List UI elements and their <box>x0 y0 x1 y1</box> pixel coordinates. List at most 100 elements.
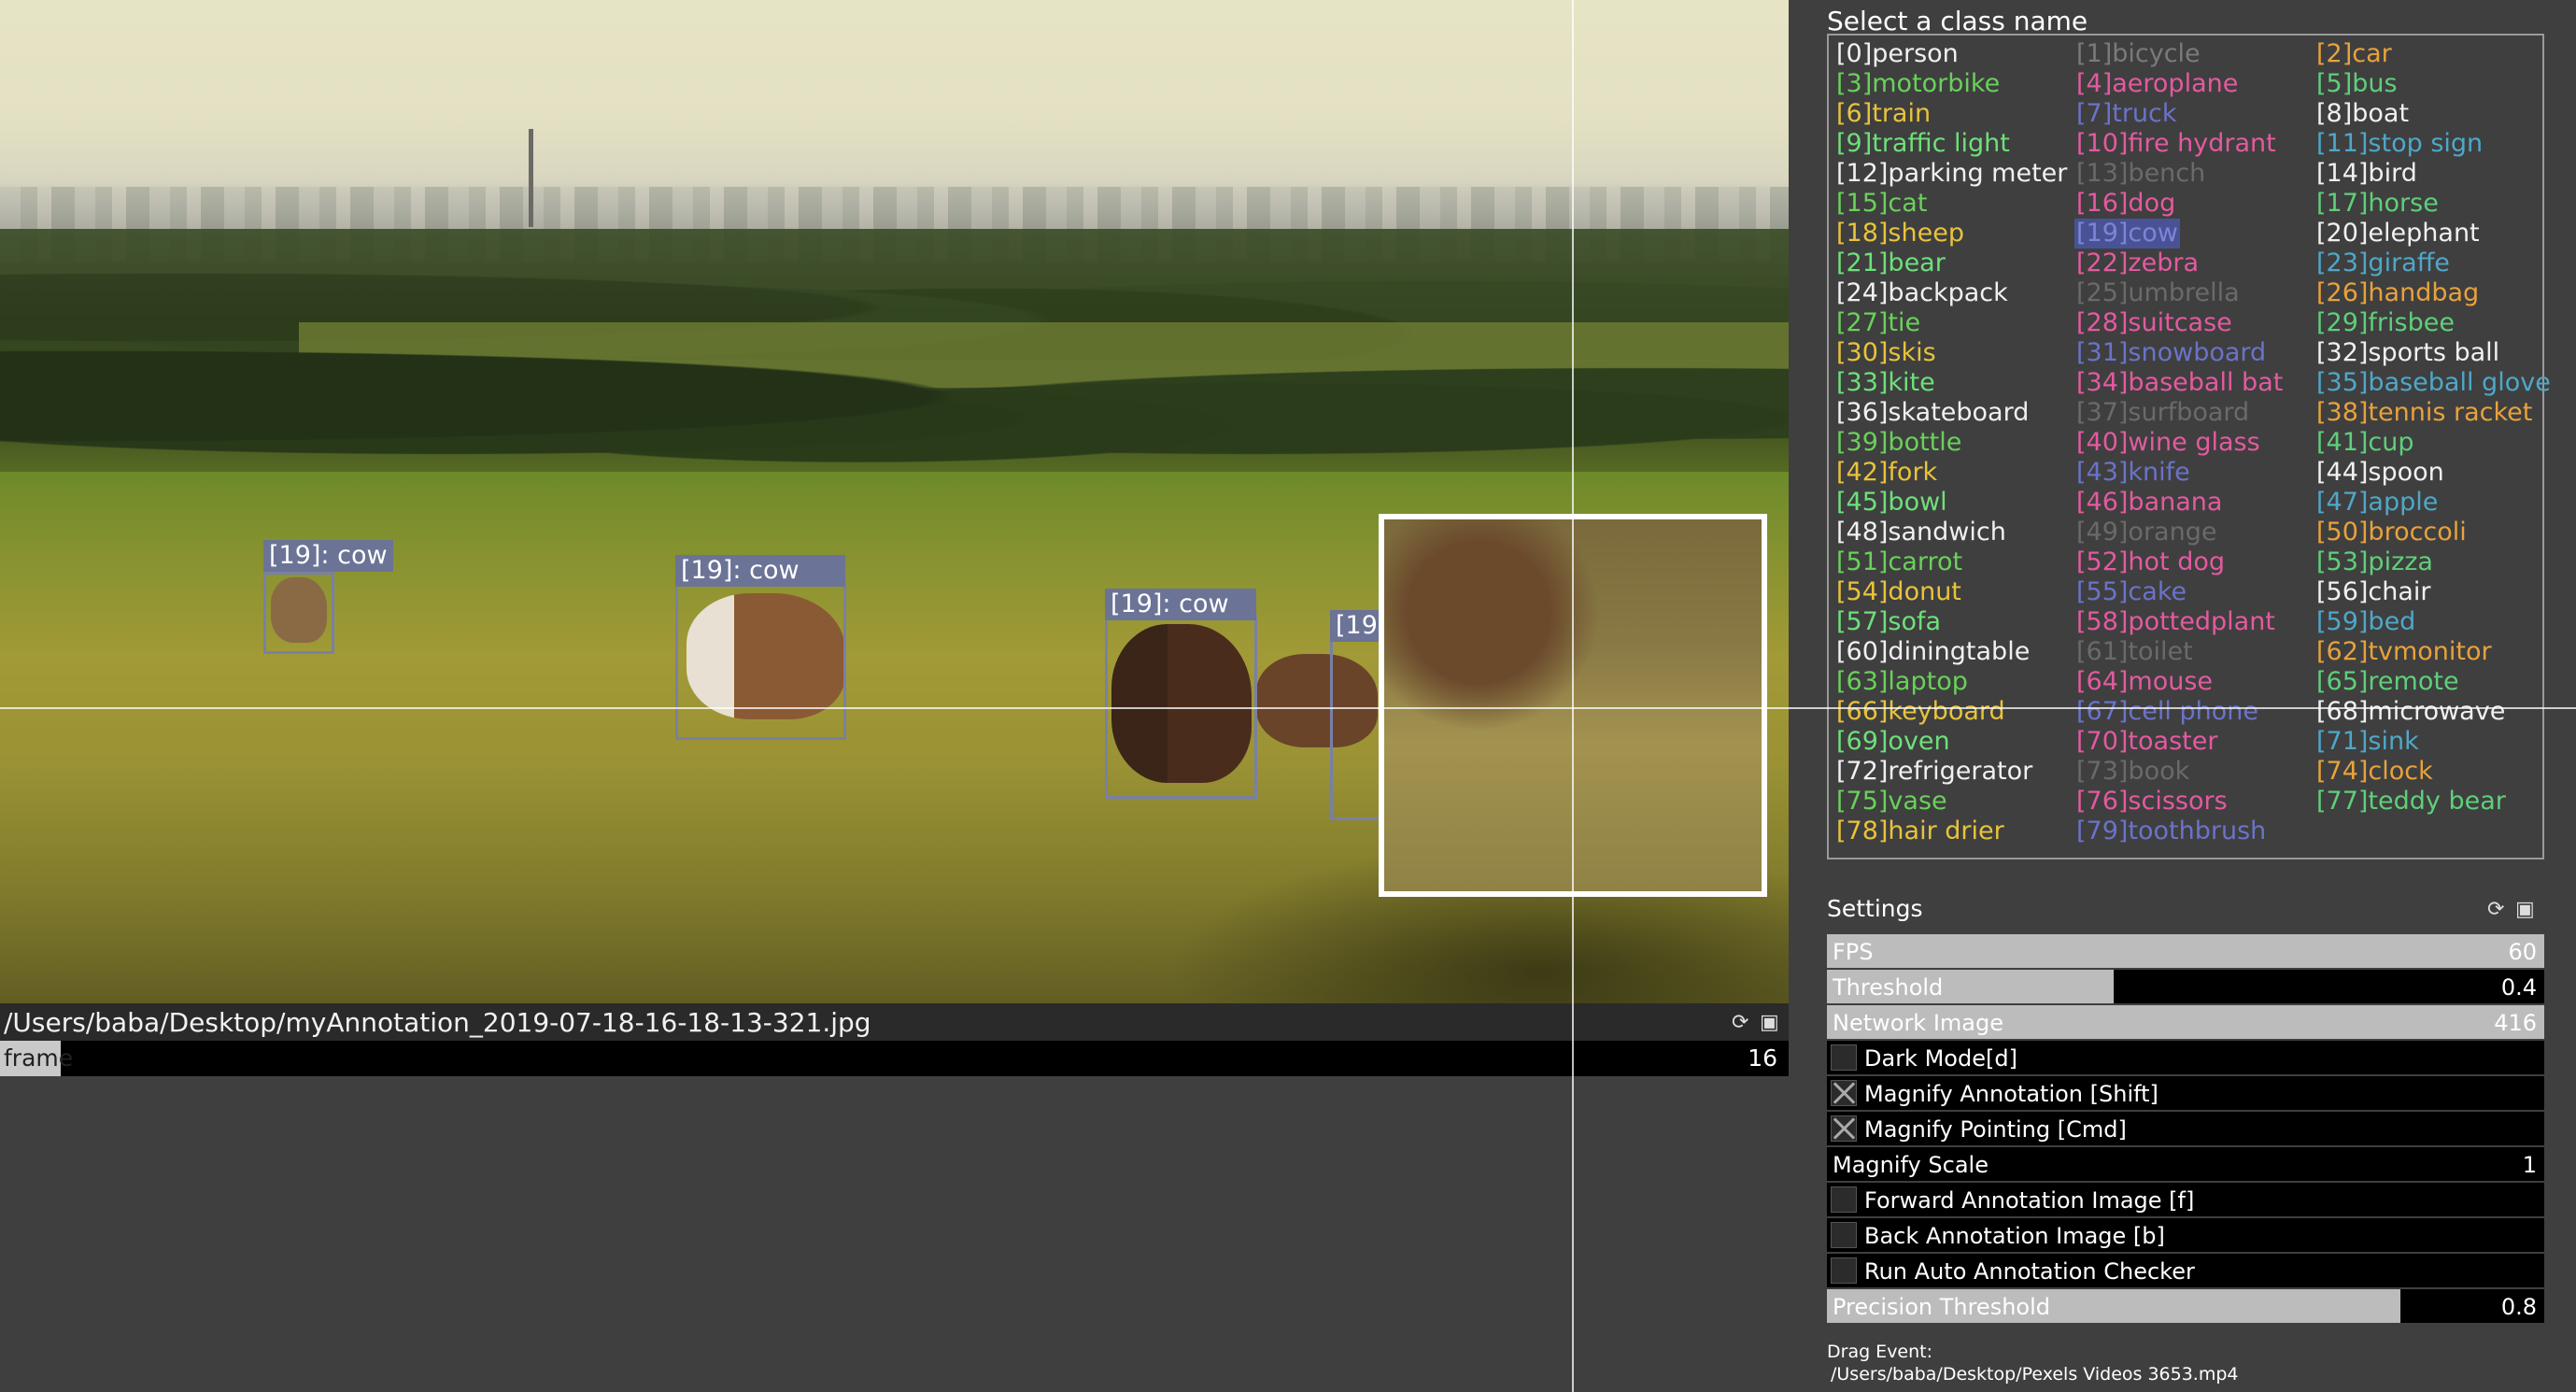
image-canvas[interactable]: [19]: cow [19]: cow [19]: cow [19 <box>0 0 1789 1003</box>
class-item[interactable]: [76]scissors <box>2074 787 2229 817</box>
class-item[interactable]: [51]carrot <box>1834 547 1964 577</box>
class-item[interactable]: [18]sheep <box>1834 219 1966 249</box>
class-item[interactable]: [48]sandwich <box>1834 518 2008 547</box>
back-annotation-toggle[interactable]: Back Annotation Image [b] <box>1827 1218 2544 1252</box>
class-item[interactable]: [57]sofa <box>1834 607 1943 637</box>
class-item[interactable]: [15]cat <box>1834 189 1929 219</box>
class-item[interactable]: [32]sports ball <box>2314 338 2501 368</box>
class-item[interactable]: [68]microwave <box>2314 697 2507 727</box>
class-item[interactable]: [56]chair <box>2314 577 2433 607</box>
class-item[interactable]: [71]sink <box>2314 727 2421 757</box>
class-item[interactable]: [40]wine glass <box>2074 428 2262 458</box>
class-item[interactable]: [61]toilet <box>2074 637 2195 667</box>
class-item[interactable]: [47]apple <box>2314 488 2440 518</box>
class-item[interactable]: [12]parking meter <box>1834 159 2069 189</box>
dark-mode-toggle[interactable]: Dark Mode[d] <box>1827 1041 2544 1074</box>
magnify-annotation-checkbox[interactable] <box>1831 1080 1857 1106</box>
class-item[interactable]: [36]skateboard <box>1834 398 2031 428</box>
class-item[interactable]: [55]cake <box>2074 577 2188 607</box>
dark-mode-checkbox[interactable] <box>1831 1044 1857 1071</box>
class-item[interactable]: [29]frisbee <box>2314 308 2456 338</box>
class-item[interactable]: [1]bicycle <box>2074 39 2202 69</box>
bbox-cow-2[interactable] <box>675 579 846 740</box>
class-item[interactable]: [77]teddy bear <box>2314 787 2508 817</box>
class-item[interactable]: [45]bowl <box>1834 488 1949 518</box>
magnify-annotation-toggle[interactable]: Magnify Annotation [Shift] <box>1827 1076 2544 1110</box>
bbox-cow-1[interactable] <box>263 572 334 654</box>
class-item[interactable]: [70]toaster <box>2074 727 2219 757</box>
magnify-pointing-toggle[interactable]: Magnify Pointing [Cmd] <box>1827 1112 2544 1145</box>
class-item[interactable]: [75]vase <box>1834 787 1949 817</box>
class-item[interactable]: [42]fork <box>1834 458 1939 488</box>
class-item[interactable]: [67]cell phone <box>2074 697 2260 727</box>
class-item[interactable]: [22]zebra <box>2074 249 2201 278</box>
class-item[interactable]: [63]laptop <box>1834 667 1970 697</box>
class-item[interactable]: [6]train <box>1834 99 1932 129</box>
class-item[interactable]: [60]diningtable <box>1834 637 2031 667</box>
class-item[interactable]: [39]bottle <box>1834 428 1963 458</box>
forward-annotation-toggle[interactable]: Forward Annotation Image [f] <box>1827 1183 2544 1216</box>
class-item[interactable]: [5]bus <box>2314 69 2399 99</box>
class-item[interactable]: [2]car <box>2314 39 2394 69</box>
magnify-pointing-checkbox[interactable] <box>1831 1115 1857 1142</box>
class-item[interactable]: [14]bird <box>2314 159 2419 189</box>
fps-slider[interactable]: FPS 60 <box>1827 934 2544 968</box>
class-item[interactable]: [50]broccoli <box>2314 518 2469 547</box>
class-item[interactable]: [0]person <box>1834 39 1960 69</box>
class-item[interactable]: [33]kite <box>1834 368 1937 398</box>
class-item[interactable]: [59]bed <box>2314 607 2417 637</box>
back-annotation-checkbox[interactable] <box>1831 1222 1857 1248</box>
frame-slider[interactable]: frame 16 <box>0 1041 1789 1076</box>
save-icon[interactable]: ▣ <box>2515 898 2535 921</box>
class-item[interactable]: [9]traffic light <box>1834 129 2012 159</box>
class-item[interactable]: [43]knife <box>2074 458 2192 488</box>
class-item[interactable]: [66]keyboard <box>1834 697 2007 727</box>
class-item[interactable]: [35]baseball glove <box>2314 368 2553 398</box>
class-item[interactable]: [65]remote <box>2314 667 2461 697</box>
network-image-slider[interactable]: Network Image 416 <box>1827 1005 2544 1039</box>
forward-annotation-checkbox[interactable] <box>1831 1186 1857 1213</box>
class-item[interactable]: [7]truck <box>2074 99 2179 129</box>
class-item[interactable]: [49]orange <box>2074 518 2218 547</box>
class-item[interactable]: [31]snowboard <box>2074 338 2268 368</box>
class-item[interactable]: [52]hot dog <box>2074 547 2227 577</box>
class-item[interactable]: [54]donut <box>1834 577 1963 607</box>
class-item[interactable]: [58]pottedplant <box>2074 607 2277 637</box>
class-item[interactable]: [11]stop sign <box>2314 129 2484 159</box>
class-item[interactable]: [37]surfboard <box>2074 398 2251 428</box>
class-item[interactable]: [26]handbag <box>2314 278 2481 308</box>
refresh-icon[interactable]: ⟳ <box>1732 1011 1748 1034</box>
bbox-cow-4[interactable] <box>1330 633 1386 820</box>
class-item[interactable]: [44]spoon <box>2314 458 2446 488</box>
class-item[interactable]: [13]bench <box>2074 159 2207 189</box>
class-item[interactable]: [28]suitcase <box>2074 308 2234 338</box>
class-item[interactable]: [34]baseball bat <box>2074 368 2285 398</box>
class-item[interactable]: [20]elephant <box>2314 219 2482 249</box>
class-item[interactable]: [24]backpack <box>1834 278 2010 308</box>
auto-checker-checkbox[interactable] <box>1831 1257 1857 1284</box>
magnify-scale-slider[interactable]: Magnify Scale 1 <box>1827 1147 2544 1181</box>
class-item[interactable]: [79]toothbrush <box>2074 817 2268 846</box>
class-item[interactable]: [72]refrigerator <box>1834 757 2034 787</box>
class-item[interactable]: [3]motorbike <box>1834 69 2002 99</box>
class-item[interactable]: [38]tennis racket <box>2314 398 2534 428</box>
class-item[interactable]: [10]fire hydrant <box>2074 129 2278 159</box>
class-item[interactable]: [62]tvmonitor <box>2314 637 2494 667</box>
threshold-slider[interactable]: Threshold 0.4 <box>1827 970 2544 1003</box>
class-item[interactable]: [16]dog <box>2074 189 2177 219</box>
class-item[interactable]: [74]clock <box>2314 757 2435 787</box>
refresh-icon[interactable]: ⟳ <box>2487 898 2504 921</box>
class-item[interactable]: [53]pizza <box>2314 547 2435 577</box>
class-item[interactable]: [23]giraffe <box>2314 249 2452 278</box>
class-item[interactable]: [69]oven <box>1834 727 1952 757</box>
precision-threshold-slider[interactable]: Precision Threshold 0.8 <box>1827 1289 2544 1323</box>
class-item[interactable]: [73]book <box>2074 757 2191 787</box>
class-item[interactable]: [27]tie <box>1834 308 1922 338</box>
class-item[interactable]: [19]cow <box>2074 219 2180 249</box>
class-item[interactable]: [21]bear <box>1834 249 1947 278</box>
class-item[interactable]: [41]cup <box>2314 428 2416 458</box>
class-item[interactable]: [4]aeroplane <box>2074 69 2240 99</box>
class-item[interactable]: [25]umbrella <box>2074 278 2242 308</box>
class-item[interactable]: [64]mouse <box>2074 667 2215 697</box>
class-item[interactable]: [78]hair drier <box>1834 817 2006 846</box>
